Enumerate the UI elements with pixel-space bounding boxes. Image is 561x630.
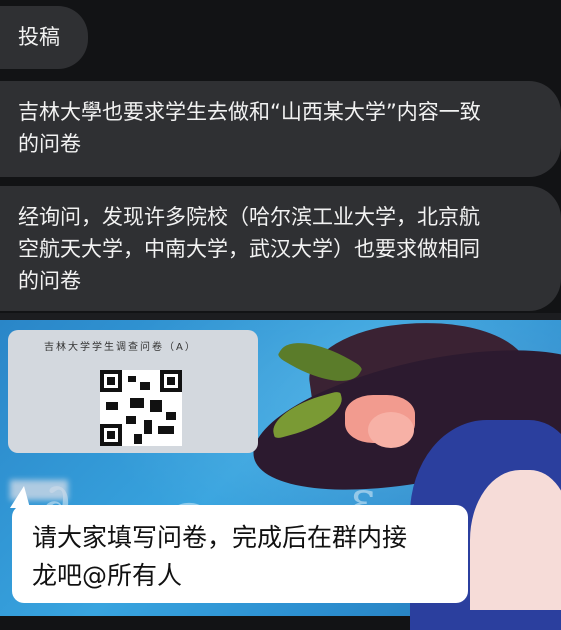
message-bubble-3[interactable]: 经询问，发现许多院校（哈尔滨工业大学，北京航 空航天大学，中南大学，武汉大学）也… [0,186,561,311]
speech-bubble: 请大家填写问卷，完成后在群内接 龙吧@所有人 [12,505,468,603]
qr-code-icon [100,370,182,446]
message-text-line: 经询问，发现许多院校（哈尔滨工业大学，北京航 [18,205,480,229]
speech-text-line: 请大家填写问卷，完成后在群内接 [32,523,408,552]
message-text-line: 投稿 [18,25,60,49]
message-text-line: 的问卷 [18,269,81,293]
questionnaire-title: 吉林大学学生调查问卷（A） [44,342,197,353]
speech-text-line: 龙吧@所有人 [32,561,183,590]
character-face [470,470,561,610]
message-bubble-2[interactable]: 吉林大學也要求学生去做和“山西某大学”内容一致 的问卷 [0,81,561,177]
flower-icon [368,412,414,448]
message-text-line: 空航天大学，中南大学，武汉大学）也要求做相同 [18,237,480,261]
message-bubble-1[interactable]: 投稿 [0,6,88,69]
message-text-line: 的问卷 [18,132,81,156]
message-text-line: 吉林大學也要求学生去做和“山西某大学”内容一致 [18,100,481,124]
questionnaire-card: 吉林大学学生调查问卷（A） [8,330,258,453]
